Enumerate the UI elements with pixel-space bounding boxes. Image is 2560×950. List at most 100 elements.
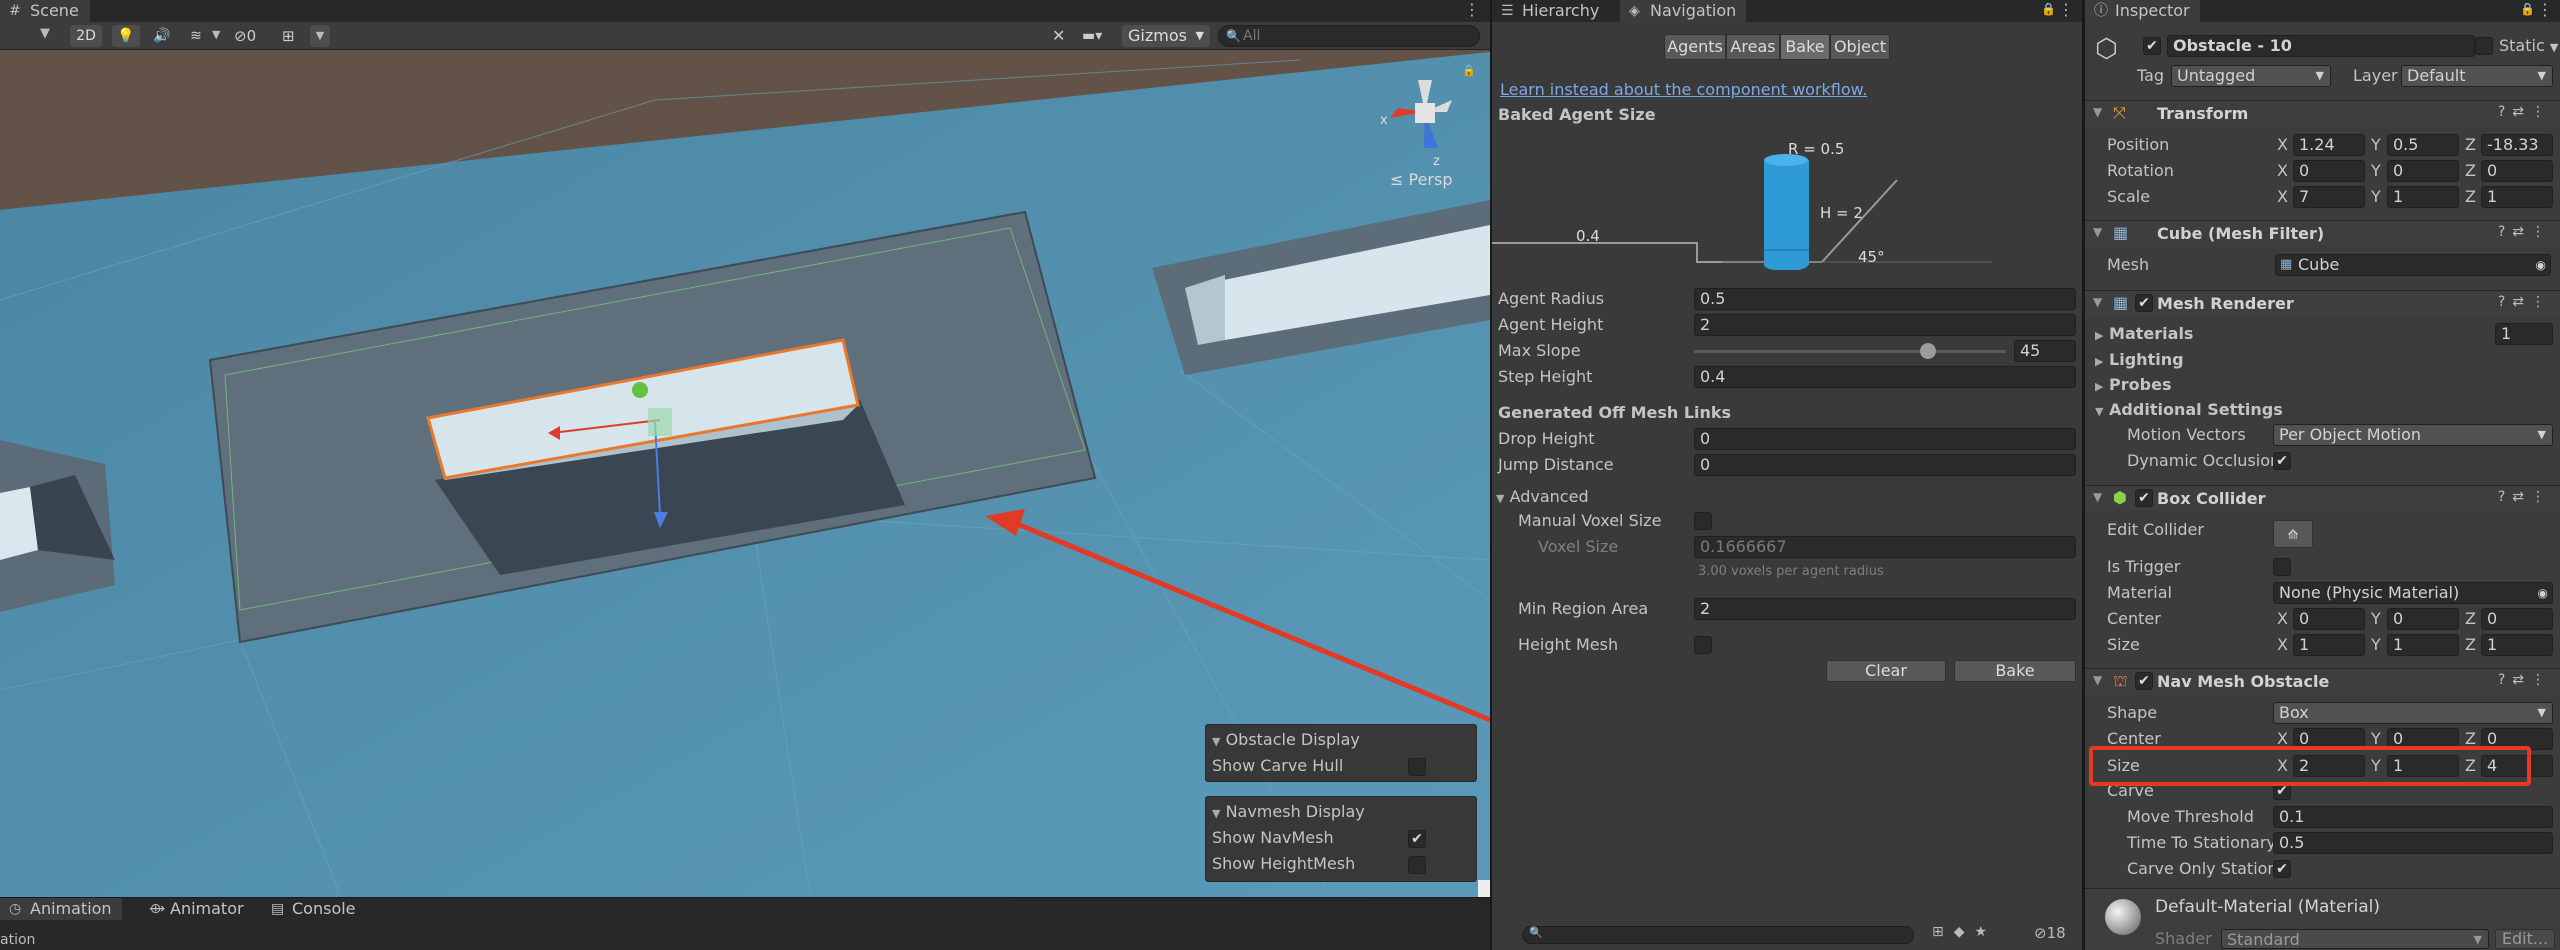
max-slope-slider-track[interactable] [1694, 350, 2006, 353]
material-section[interactable]: Default-Material (Material) Shader Stand… [2085, 888, 2560, 950]
bottom-search-input[interactable]: 🔍 [1522, 926, 1914, 944]
tab-hierarchy[interactable]: ☰ Hierarchy [1492, 0, 1609, 22]
transform-header[interactable]: ▼ ⤧ Transform ?⇄⋮ [2085, 100, 2560, 126]
component-header-icons[interactable]: ?⇄⋮ [2498, 294, 2552, 310]
additional-settings-foldout[interactable]: ▼ Additional Settings [2095, 400, 2283, 422]
effects-dropdown-icon[interactable]: ▼ [212, 28, 220, 41]
motion-vectors-dropdown[interactable]: Per Object Motion ▼ [2273, 424, 2553, 446]
tab-navigation[interactable]: ◈ Navigation [1620, 0, 1747, 22]
show-carve-hull-checkbox[interactable] [1408, 758, 1426, 776]
box-collider-header[interactable]: ▼ ⬢ ✔ Box Collider ?⇄⋮ [2085, 485, 2560, 511]
static-checkbox[interactable] [2475, 37, 2493, 55]
more-menu-icon[interactable]: ⋮ [2537, 0, 2553, 19]
hidden-objects-icon[interactable]: ⊘0 [234, 25, 256, 47]
probes-foldout[interactable]: ▶ Probes [2095, 375, 2171, 397]
max-slope-slider-handle[interactable] [1920, 343, 1936, 359]
manual-voxel-checkbox[interactable] [1694, 512, 1712, 530]
tab-animator[interactable]: ⟴ Animator [140, 898, 254, 920]
y-field[interactable]: 0 [2387, 160, 2459, 182]
lighting-foldout[interactable]: ▶ Lighting [2095, 350, 2184, 372]
clear-button[interactable]: Clear [1826, 660, 1946, 682]
show-navmesh-checkbox[interactable]: ✔ [1408, 830, 1426, 848]
nav-obstacle-header[interactable]: ▼ ⛫ ✔ Nav Mesh Obstacle ?⇄⋮ [2085, 668, 2560, 694]
overlay-foldout[interactable]: ▼ Navmesh Display [1212, 802, 1365, 824]
more-menu-icon[interactable]: ⋮ [1464, 0, 1480, 19]
effects-toggle-icon[interactable]: ≋ [182, 25, 210, 47]
console-filter-icons[interactable]: ⊞◆★ [1932, 924, 1997, 940]
min-region-field[interactable]: 2 [1694, 598, 2076, 620]
x-field[interactable]: 0 [2293, 608, 2365, 630]
tag-dropdown[interactable]: Untagged ▼ [2171, 65, 2331, 87]
show-heightmesh-checkbox[interactable] [1408, 856, 1426, 874]
component-header-icons[interactable]: ?⇄⋮ [2498, 104, 2552, 120]
camera-icon[interactable]: ▬▾ [1082, 25, 1102, 47]
lock-icon[interactable]: 🔒 [2041, 2, 2056, 16]
scene-search-input[interactable]: 🔍 All [1218, 25, 1480, 47]
subtab-bake[interactable]: Bake [1780, 34, 1830, 60]
tab-scene[interactable]: # Scene [0, 0, 90, 22]
more-menu-icon[interactable]: ⋮ [2058, 0, 2074, 19]
overlay-foldout[interactable]: ▼ Obstacle Display [1212, 730, 1360, 752]
collider-material-field[interactable]: None (Physic Material) ◉ [2273, 582, 2553, 604]
y-field[interactable]: 0 [2387, 608, 2459, 630]
shape-dropdown[interactable]: Box ▼ [2273, 702, 2553, 724]
mesh-renderer-header[interactable]: ▼ ▦ ✔ Mesh Renderer ?⇄⋮ [2085, 290, 2560, 316]
agent-height-field[interactable]: 2 [1694, 314, 2076, 336]
z-field[interactable]: -18.33 [2481, 134, 2553, 156]
object-picker-icon[interactable]: ◉ [2536, 255, 2546, 275]
x-field[interactable]: 7 [2293, 186, 2365, 208]
tools-icon[interactable]: ✕ [1052, 25, 1065, 47]
component-header-icons[interactable]: ?⇄⋮ [2498, 672, 2552, 688]
toggle-2d-button[interactable]: 2D [70, 25, 102, 47]
object-name-field[interactable]: Obstacle - 10 [2167, 35, 2475, 57]
dynamic-occlusion-checkbox[interactable]: ✔ [2273, 452, 2291, 470]
bake-button[interactable]: Bake [1954, 660, 2076, 682]
scene-viewport[interactable]: x z 🔒 ≤ Persp ▼ Obstacle Display Show Ca… [0, 50, 1490, 897]
lock-icon[interactable]: 🔒 [2520, 2, 2535, 16]
y-field[interactable]: 0.5 [2387, 134, 2459, 156]
mesh-object-field[interactable]: ▦ Cube ◉ [2275, 254, 2551, 276]
mesh-filter-header[interactable]: ▼ ▦ Cube (Mesh Filter) ?⇄⋮ [2085, 220, 2560, 246]
z-field[interactable]: 1 [2481, 186, 2553, 208]
move-threshold-field[interactable]: 0.1 [2273, 806, 2553, 828]
subtab-object[interactable]: Object [1830, 34, 1890, 60]
lighting-toggle-icon[interactable]: 💡 [112, 25, 140, 47]
materials-count-field[interactable]: 1 [2495, 323, 2553, 345]
box-collider-enabled-checkbox[interactable]: ✔ [2135, 489, 2153, 507]
jump-distance-field[interactable]: 0 [1694, 454, 2076, 476]
gizmos-dropdown[interactable]: Gizmos ▼ [1122, 25, 1210, 47]
layer-count[interactable]: ⊘18 [2034, 924, 2066, 942]
tab-animation[interactable]: ◷ Animation [0, 898, 122, 920]
mesh-renderer-enabled-checkbox[interactable]: ✔ [2135, 294, 2153, 312]
drop-height-field[interactable]: 0 [1694, 428, 2076, 450]
subtab-areas[interactable]: Areas [1726, 34, 1780, 60]
materials-foldout[interactable]: ▶ Materials [2095, 324, 2193, 346]
grid-toggle-icon[interactable]: ⊞ [282, 25, 295, 47]
advanced-foldout[interactable]: ▼ Advanced [1496, 487, 1589, 509]
z-field[interactable]: 0 [2481, 160, 2553, 182]
active-checkbox[interactable]: ✔ [2143, 37, 2161, 55]
object-picker-icon[interactable]: ◉ [2538, 583, 2548, 603]
tab-inspector[interactable]: ⓘ Inspector [2085, 0, 2200, 22]
layer-dropdown[interactable]: Default ▼ [2401, 65, 2553, 87]
x-field[interactable]: 1.24 [2293, 134, 2365, 156]
chevron-down-icon[interactable]: ▼ [40, 26, 50, 41]
z-field[interactable]: 0 [2481, 608, 2553, 630]
is-trigger-checkbox[interactable] [2273, 558, 2291, 576]
x-field[interactable]: 0 [2293, 160, 2365, 182]
carve-only-stationary-checkbox[interactable]: ✔ [2273, 860, 2291, 878]
height-mesh-checkbox[interactable] [1694, 636, 1712, 654]
x-field[interactable]: 1 [2293, 634, 2365, 656]
z-field[interactable]: 1 [2481, 634, 2553, 656]
subtab-agents[interactable]: Agents [1664, 34, 1726, 60]
static-label[interactable]: Static ▼ [2499, 36, 2558, 58]
component-header-icons[interactable]: ?⇄⋮ [2498, 224, 2552, 240]
component-workflow-link[interactable]: Learn instead about the component workfl… [1500, 80, 1867, 100]
agent-radius-field[interactable]: 0.5 [1694, 288, 2076, 310]
component-header-icons[interactable]: ?⇄⋮ [2498, 489, 2552, 505]
time-to-stationary-field[interactable]: 0.5 [2273, 832, 2553, 854]
y-field[interactable]: 1 [2387, 634, 2459, 656]
grid-dropdown-icon[interactable]: ▼ [310, 25, 330, 47]
tab-console[interactable]: ▤ Console [262, 898, 366, 920]
audio-toggle-icon[interactable]: 🔊 [148, 25, 176, 47]
